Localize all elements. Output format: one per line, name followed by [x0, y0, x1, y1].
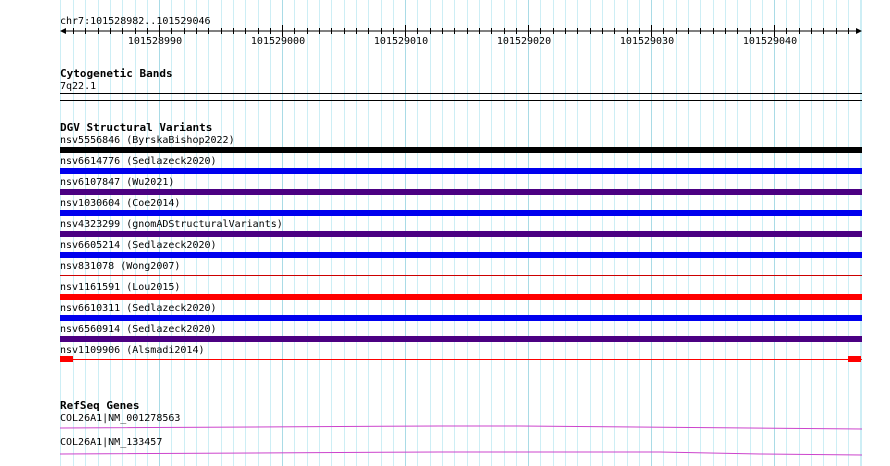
variant-bar[interactable]	[60, 231, 862, 237]
variant-label[interactable]: nsv1030604 (Coe2014)	[60, 198, 180, 209]
variant-bar[interactable]	[60, 294, 862, 300]
gene-model[interactable]	[60, 450, 862, 460]
ruler-tick-label: 101529020	[496, 36, 552, 47]
variant-bar[interactable]	[60, 336, 862, 342]
ruler-tick-label: 101529040	[742, 36, 798, 47]
variant-label[interactable]: nsv6560914 (Sedlazeck2020)	[60, 324, 217, 335]
track-divider	[60, 100, 862, 101]
variant-label[interactable]: nsv6107847 (Wu2021)	[60, 177, 174, 188]
variant-block[interactable]	[848, 356, 861, 362]
variant-bar[interactable]	[60, 168, 862, 174]
variant-label[interactable]: nsv6605214 (Sedlazeck2020)	[60, 240, 217, 251]
variant-label[interactable]: nsv4323299 (gnomADStructuralVariants)	[60, 219, 283, 230]
ruler-tick-label: 101529030	[619, 36, 675, 47]
variant-label[interactable]: nsv1109906 (Alsmadi2014)	[60, 345, 205, 356]
gene-model[interactable]	[60, 423, 862, 433]
variant-label[interactable]: nsv5556846 (ByrskaBishop2022)	[60, 135, 235, 146]
dgv-track-title: DGV Structural Variants	[60, 121, 213, 134]
cytoband-band-line[interactable]	[60, 93, 862, 94]
ruler-tick-label: 101529010	[373, 36, 429, 47]
variant-label[interactable]: nsv6610311 (Sedlazeck2020)	[60, 303, 217, 314]
cytoband-label: 7q22.1	[60, 81, 97, 92]
variant-bar[interactable]	[60, 189, 862, 195]
ruler-tick-label: 101529000	[250, 36, 306, 47]
variant-bar[interactable]	[60, 210, 862, 216]
variant-bar[interactable]	[60, 147, 862, 153]
cytoband-track-title: Cytogenetic Bands	[60, 67, 173, 80]
variant-label[interactable]: nsv6614776 (Sedlazeck2020)	[60, 156, 217, 167]
variant-bar[interactable]	[60, 252, 862, 258]
variant-bar[interactable]	[60, 359, 862, 360]
variant-bar[interactable]	[60, 275, 862, 276]
variant-label[interactable]: nsv831078 (Wong2007)	[60, 261, 180, 272]
gene-label[interactable]: COL26A1|NM_133457	[60, 437, 162, 448]
ruler-tick-label: 101528990	[127, 36, 183, 47]
refseq-track-title: RefSeq Genes	[60, 399, 140, 412]
variant-label[interactable]: nsv1161591 (Lou2015)	[60, 282, 180, 293]
variant-bar[interactable]	[60, 315, 862, 321]
variant-block[interactable]	[60, 356, 73, 362]
